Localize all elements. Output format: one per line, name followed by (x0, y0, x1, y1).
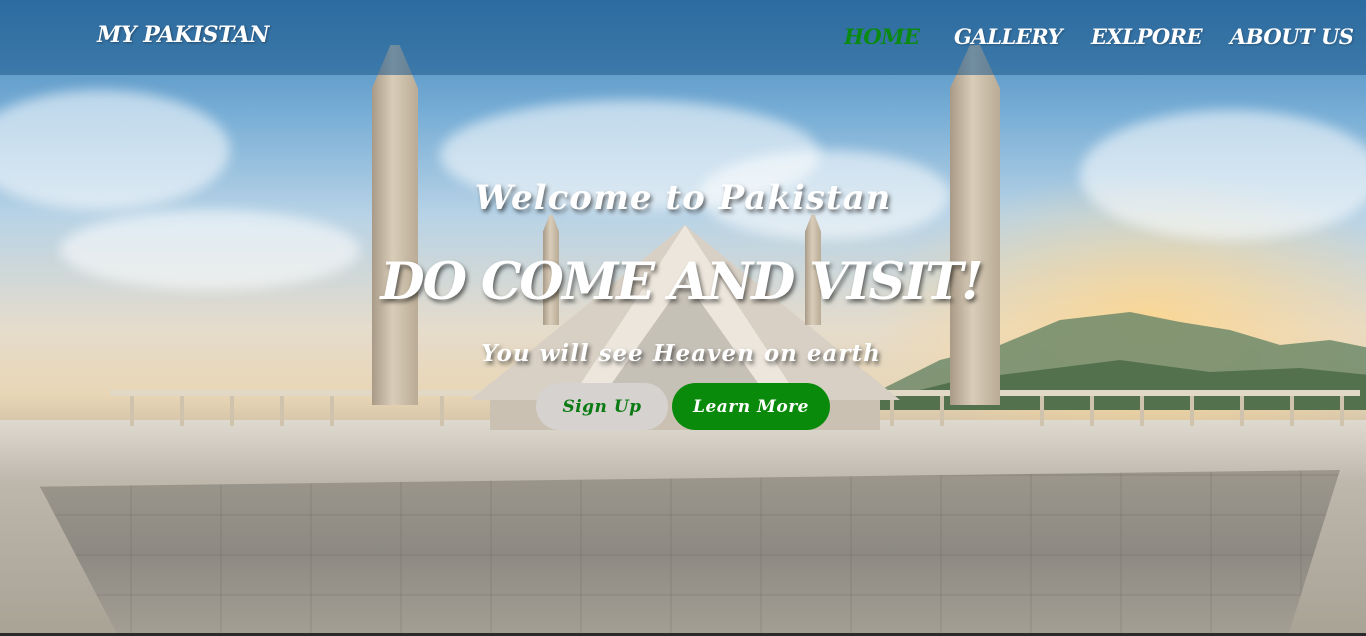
main-headline: DO COME AND VISIT! (380, 252, 983, 312)
tagline: You will see Heaven on earth (481, 340, 881, 367)
sign-up-button[interactable]: Sign Up (536, 383, 668, 430)
nav-home[interactable]: HOME (844, 24, 920, 49)
nav-about-us[interactable]: ABOUT US (1230, 24, 1354, 49)
navbar: MY PAKISTAN HOME GALLERY EXLPORE ABOUT U… (0, 0, 1366, 75)
cloud (1080, 110, 1366, 240)
nav-explore[interactable]: EXLPORE (1091, 24, 1203, 49)
reflecting-floor (40, 470, 1340, 636)
brand-logo[interactable]: MY PAKISTAN (97, 22, 269, 48)
nav-gallery[interactable]: GALLERY (954, 24, 1063, 49)
welcome-heading: Welcome to Pakistan (474, 178, 892, 218)
learn-more-button[interactable]: Learn More (672, 383, 830, 430)
hero-background (0, 0, 1366, 636)
